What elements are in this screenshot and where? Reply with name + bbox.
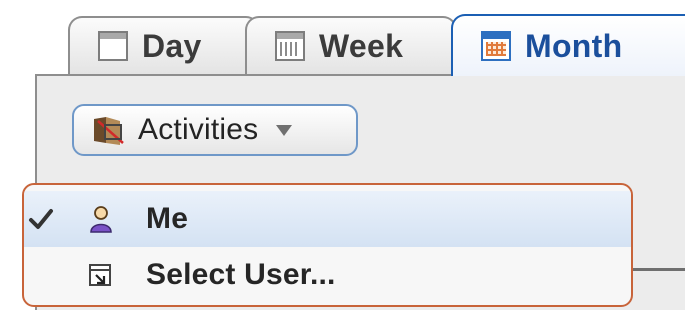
checkmark-icon: [28, 206, 54, 232]
tab-day[interactable]: Day: [68, 16, 260, 74]
user-filter-menu: Me Select User...: [22, 183, 633, 307]
tab-day-label: Day: [142, 27, 202, 64]
chevron-down-icon: [276, 124, 293, 136]
month-calendar-icon: [481, 31, 511, 61]
day-calendar-icon: [98, 31, 128, 61]
tab-week[interactable]: Week: [245, 16, 457, 74]
activities-label: Activities: [138, 113, 259, 146]
calendar-view-frame: Day Week Month Activities Me Select User…: [0, 0, 685, 310]
tab-month[interactable]: Month: [451, 14, 685, 76]
menu-item-select-user[interactable]: Select User...: [24, 247, 631, 303]
week-calendar-icon: [275, 31, 305, 61]
activities-dropdown-button[interactable]: Activities: [72, 104, 358, 156]
tab-week-label: Week: [319, 27, 404, 64]
tab-month-label: Month: [525, 27, 623, 64]
menu-item-select-user-label: Select User...: [146, 258, 336, 291]
activities-book-icon: [92, 115, 126, 145]
select-user-icon: [88, 261, 114, 289]
user-icon: [88, 205, 114, 233]
menu-item-me[interactable]: Me: [24, 191, 631, 247]
menu-item-me-label: Me: [146, 202, 189, 235]
